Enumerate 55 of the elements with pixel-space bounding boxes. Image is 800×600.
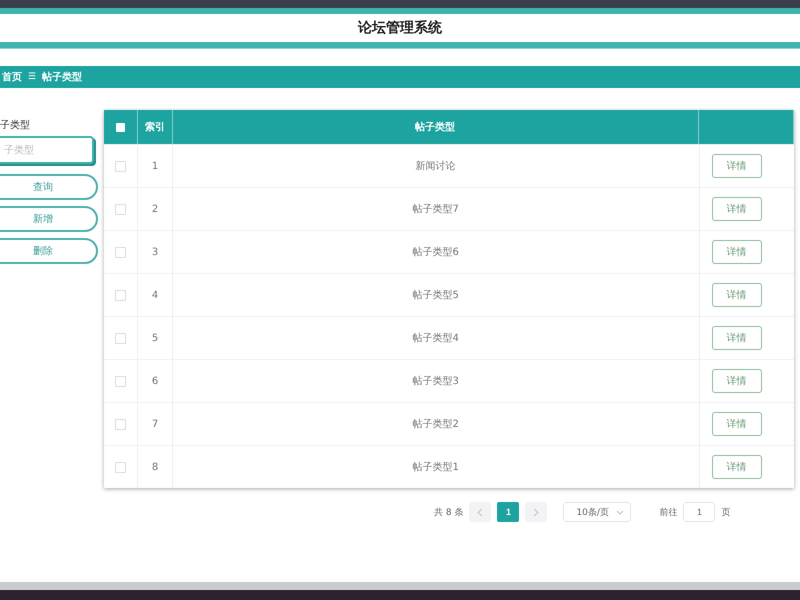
details-button[interactable]: 详情 [712, 369, 762, 393]
breadcrumb-link[interactable]: 首页 [2, 70, 22, 84]
breadcrumb-separator: ☰ [28, 72, 36, 82]
breadcrumb-link[interactable]: 帖子类型 [42, 70, 82, 84]
search-field[interactable]: 子类型 [0, 136, 94, 164]
prev-page-button[interactable] [469, 502, 492, 522]
page-size-select[interactable]: 10条/页 [563, 502, 632, 522]
table-cell-text: 帖子类型3 [412, 374, 459, 388]
row-checkbox[interactable] [115, 160, 126, 172]
app-title: 论坛管理系统 [358, 19, 442, 37]
action-button[interactable]: 新增 [0, 206, 98, 232]
page-suffix: 页 [721, 506, 730, 518]
chevron-left-icon [477, 508, 484, 516]
row-checkbox[interactable] [115, 290, 126, 300]
chevron-right-icon [533, 508, 540, 516]
row-checkbox[interactable] [115, 332, 126, 344]
table-cell: 2 [152, 204, 158, 214]
row-checkbox[interactable] [115, 204, 126, 214]
table-cell-text: 帖子类型7 [412, 202, 459, 216]
details-button[interactable]: 详情 [712, 283, 762, 307]
table-cell: 3 [152, 246, 158, 258]
page-button[interactable]: 1 [497, 502, 520, 522]
details-button[interactable]: 详情 [712, 412, 762, 436]
details-button[interactable]: 详情 [712, 455, 762, 479]
row-checkbox[interactable] [115, 418, 126, 430]
row-checkbox[interactable] [115, 246, 126, 258]
details-button[interactable]: 详情 [712, 326, 762, 350]
table-cell-text: 帖子类型5 [412, 288, 459, 302]
total-count: 共 8 条 [434, 506, 464, 518]
table-cell: 1 [152, 160, 158, 172]
select-all-checkbox[interactable] [116, 122, 126, 132]
column-header: 帖子类型 [172, 110, 699, 144]
row-checkbox[interactable] [115, 462, 126, 472]
column-header: 索引 [138, 110, 173, 144]
table-cell: 5 [152, 332, 158, 344]
table-cell-text: 新闻讨论 [416, 160, 456, 173]
details-button[interactable]: 详情 [712, 240, 762, 264]
search-label: 子类型 [0, 118, 31, 132]
next-page-button[interactable] [525, 502, 548, 522]
table-cell-text: 帖子类型4 [412, 332, 459, 345]
table-cell: 8 [152, 462, 158, 472]
table-cell: 7 [152, 418, 158, 430]
details-button[interactable]: 详情 [712, 154, 762, 178]
goto-page-field[interactable]: 1 [683, 502, 716, 522]
row-checkbox[interactable] [115, 376, 126, 386]
table-cell: 6 [152, 376, 158, 386]
action-button[interactable]: 查询 [0, 174, 98, 200]
details-button[interactable]: 详情 [712, 197, 762, 221]
table-cell: 4 [152, 290, 158, 300]
table-cell-text: 帖子类型6 [412, 246, 459, 259]
table-cell-text: 帖子类型1 [412, 460, 459, 474]
table-cell-text: 帖子类型2 [412, 418, 459, 431]
dropdown-caret-icon [616, 510, 624, 514]
action-button[interactable]: 删除 [0, 238, 98, 264]
goto-label: 前往 [659, 506, 678, 518]
